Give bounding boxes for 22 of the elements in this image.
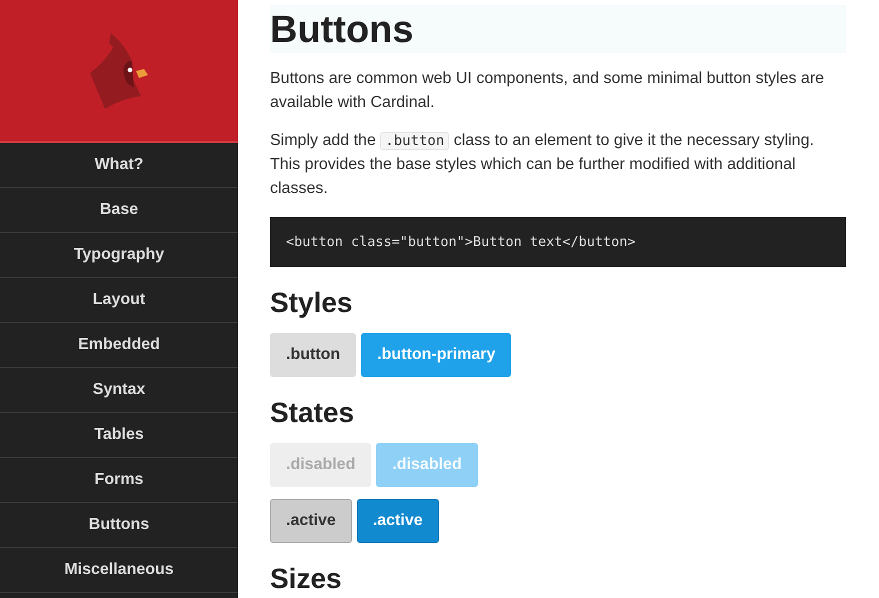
section-heading: States bbox=[270, 396, 356, 430]
code-block: <button class="button">Button text</button> bbox=[270, 217, 846, 268]
nav-link-item[interactable]: What? bbox=[0, 143, 238, 188]
section-heading: Styles bbox=[270, 286, 354, 320]
demo-button[interactable]: .active bbox=[356, 499, 439, 544]
nav-link-item[interactable]: Syntax bbox=[0, 368, 238, 413]
page-title: Buttons bbox=[270, 5, 846, 53]
demo-button[interactable]: .active bbox=[270, 499, 352, 544]
bird-logo-icon bbox=[87, 32, 151, 108]
nav-link-item[interactable]: Embedded bbox=[0, 323, 238, 368]
nav-link-item[interactable]: Buttons bbox=[0, 503, 238, 548]
nav-link-item[interactable]: Miscellaneous bbox=[0, 548, 238, 593]
nav-link-item[interactable]: Tables bbox=[0, 413, 238, 458]
nav-link-item[interactable]: Forms bbox=[0, 458, 238, 503]
nav-link-item[interactable]: Base bbox=[0, 188, 238, 233]
paragraph-text: Buttons are common web UI components, and some minimal button styles are available with Cardinal. bbox=[270, 69, 826, 113]
section-heading: Sizes bbox=[270, 562, 343, 596]
inline-code: .button bbox=[380, 132, 450, 150]
paragraph-text: Simply add the .button class to an element to give it the necessary styling. This provides the base styles which can be further modified with additional classes. bbox=[270, 131, 815, 199]
nav-link-item[interactable]: Layout bbox=[0, 278, 238, 323]
demo-button[interactable]: .button bbox=[270, 333, 356, 378]
nav-link-item[interactable]: Typography bbox=[0, 233, 238, 278]
